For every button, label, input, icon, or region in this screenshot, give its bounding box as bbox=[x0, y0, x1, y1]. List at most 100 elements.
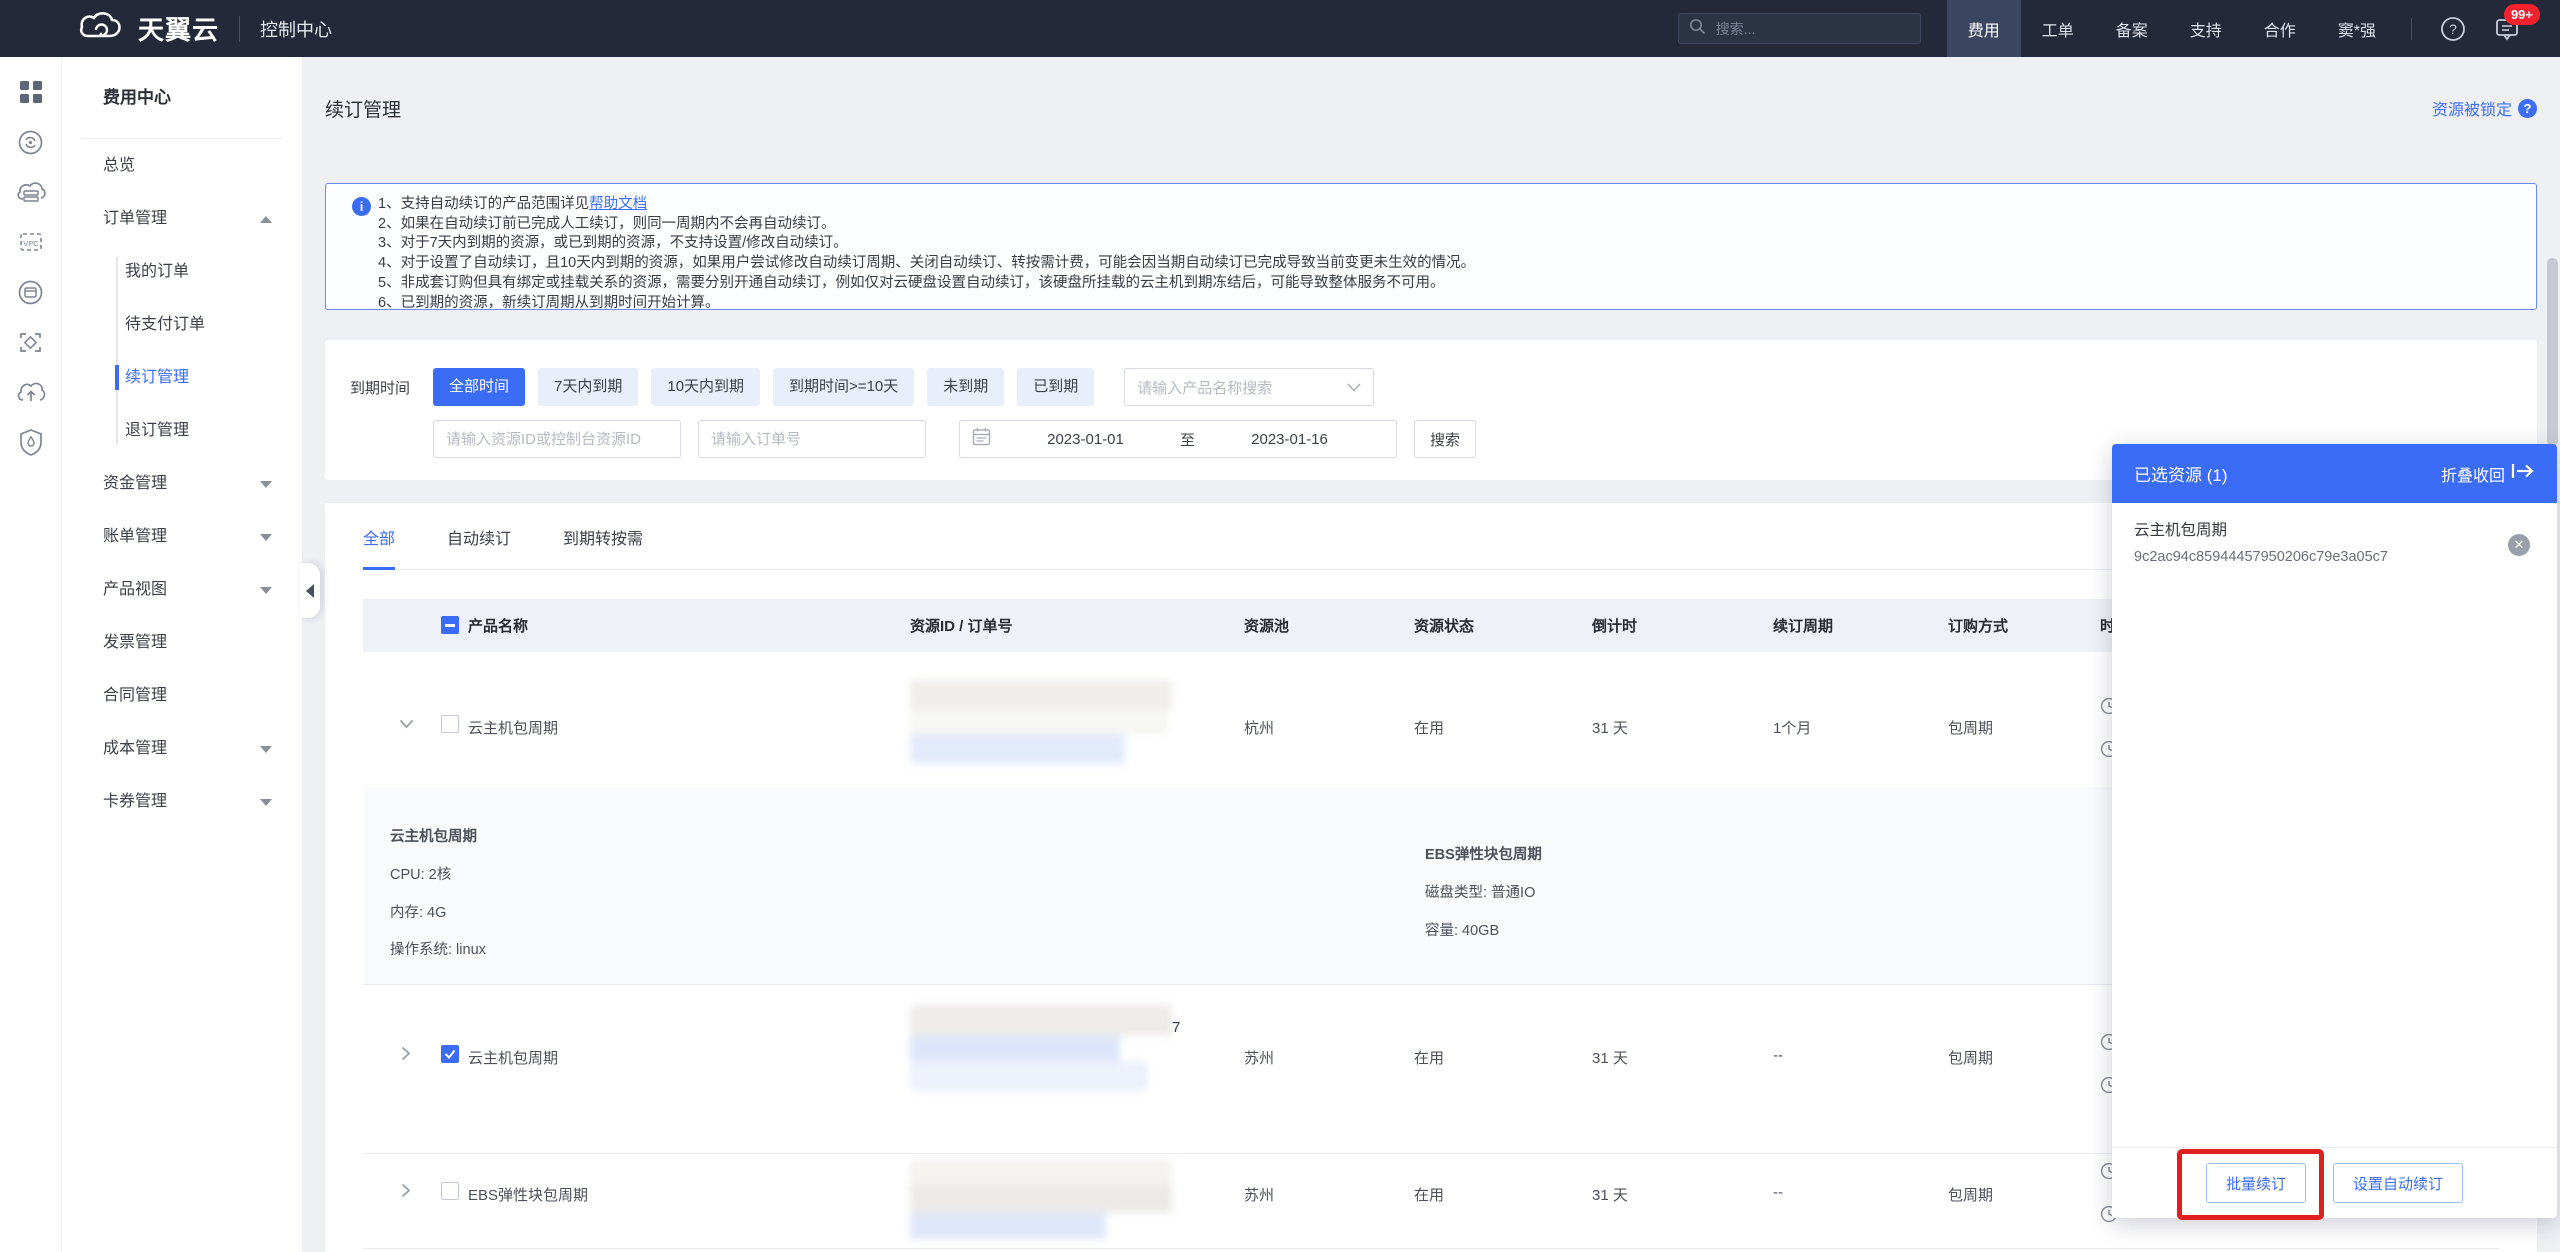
detail-memory: 内存: 4G bbox=[390, 901, 446, 922]
topbar-search[interactable] bbox=[1678, 13, 1921, 44]
date-range-picker[interactable]: 2023-01-01 至 2023-01-16 bbox=[959, 420, 1397, 458]
sidebar: 费用中心 总览 订单管理 我的订单 待支付订单 续订管理 退订管理 资金管理 账… bbox=[62, 57, 303, 1252]
sidebar-group-coupon-label: 卡券管理 bbox=[103, 793, 167, 810]
info-icon: i bbox=[352, 197, 371, 216]
sidebar-item-overview[interactable]: 总览 bbox=[62, 139, 302, 192]
row-checkbox[interactable] bbox=[441, 1045, 459, 1063]
search-button[interactable]: 搜索 bbox=[1414, 420, 1476, 458]
user-menu[interactable]: 窦*强 bbox=[2317, 0, 2397, 57]
detail-os: 操作系统: linux bbox=[390, 938, 486, 959]
cell-product-name: 云主机包周期 bbox=[468, 717, 558, 738]
nav-item-support[interactable]: 支持 bbox=[2169, 0, 2243, 57]
scan-icon[interactable] bbox=[0, 317, 61, 367]
tab-all[interactable]: 全部 bbox=[363, 525, 395, 569]
sidebar-group-cost[interactable]: 成本管理 bbox=[62, 722, 302, 775]
vpc-icon[interactable]: VPC bbox=[0, 217, 61, 267]
select-all-checkbox[interactable] bbox=[441, 616, 459, 634]
cell-product-name: 云主机包周期 bbox=[468, 1047, 558, 1068]
apps-grid-icon[interactable] bbox=[0, 67, 61, 117]
date-to-value[interactable]: 2023-01-16 bbox=[1195, 431, 1384, 448]
collapse-row-icon[interactable] bbox=[399, 716, 414, 734]
chip-expired[interactable]: 已到期 bbox=[1017, 368, 1094, 406]
security-shield-icon[interactable] bbox=[0, 417, 61, 467]
redacted-resource-id bbox=[910, 1005, 1172, 1091]
sidebar-group-bills[interactable]: 账单管理 bbox=[62, 510, 302, 563]
nav-item-partner[interactable]: 合作 bbox=[2243, 0, 2317, 57]
message-icon[interactable]: 99+ bbox=[2494, 16, 2520, 42]
brand-name: 天翼云 bbox=[138, 10, 219, 47]
cloud-upload-icon[interactable] bbox=[0, 367, 61, 417]
search-input[interactable] bbox=[1714, 20, 1898, 38]
cell-renew-cycle: 1个月 bbox=[1773, 717, 1811, 738]
console-window-icon[interactable] bbox=[0, 267, 61, 317]
panel-collapse-button[interactable]: 折叠收回 bbox=[2441, 462, 2535, 486]
page-title: 续订管理 bbox=[325, 95, 401, 122]
brand[interactable]: 天翼云 bbox=[0, 10, 219, 47]
cell-resource-status: 在用 bbox=[1414, 1047, 1444, 1068]
nav-item-billing[interactable]: 费用 bbox=[1947, 0, 2021, 57]
chip-10-days[interactable]: 10天内到期 bbox=[651, 368, 760, 406]
cell-order-type: 包周期 bbox=[1948, 1184, 1993, 1205]
panel-footer: 批量续订 设置自动续订 bbox=[2112, 1147, 2557, 1218]
detail-cpu: CPU: 2核 bbox=[390, 863, 451, 884]
sidebar-collapse-handle[interactable] bbox=[300, 563, 320, 618]
chip-all-time[interactable]: 全部时间 bbox=[433, 368, 525, 406]
balance-icon[interactable] bbox=[0, 117, 61, 167]
sidebar-group-funds-label: 资金管理 bbox=[103, 475, 167, 492]
cell-resource-pool: 苏州 bbox=[1244, 1047, 1274, 1068]
chevron-down-icon bbox=[260, 746, 272, 753]
help-doc-link[interactable]: 帮助文档 bbox=[589, 196, 647, 212]
resource-locked-link[interactable]: 资源被锁定 ? bbox=[2432, 96, 2537, 120]
selected-item-name: 云主机包周期 bbox=[2134, 518, 2227, 540]
col-product-name: 产品名称 bbox=[468, 615, 528, 636]
row-checkbox[interactable] bbox=[441, 715, 459, 733]
nav-item-ticket[interactable]: 工单 bbox=[2021, 0, 2095, 57]
detail-capacity: 容量: 40GB bbox=[1425, 919, 1499, 940]
panel-collapse-label: 折叠收回 bbox=[2441, 462, 2505, 486]
date-from-value[interactable]: 2023-01-01 bbox=[991, 431, 1180, 448]
scrollbar-thumb[interactable] bbox=[2547, 258, 2558, 446]
sidebar-group-products[interactable]: 产品视图 bbox=[62, 563, 302, 616]
sidebar-item-my-orders[interactable]: 我的订单 bbox=[62, 245, 302, 298]
sidebar-group-coupon[interactable]: 卡券管理 bbox=[62, 775, 302, 828]
set-auto-renew-button[interactable]: 设置自动续订 bbox=[2333, 1163, 2463, 1203]
calendar-icon bbox=[972, 427, 991, 451]
cell-renew-cycle: -- bbox=[1773, 1184, 1783, 1201]
chip-not-expired[interactable]: 未到期 bbox=[927, 368, 1004, 406]
icon-rail: VPC bbox=[0, 57, 62, 1252]
cell-resource-pool: 杭州 bbox=[1244, 717, 1274, 738]
product-name-select[interactable]: 请输入产品名称搜索 bbox=[1124, 368, 1374, 406]
brand-separator bbox=[239, 16, 240, 42]
sidebar-item-renew-mgmt[interactable]: 续订管理 bbox=[62, 351, 302, 404]
cloud-server-icon[interactable] bbox=[0, 167, 61, 217]
sidebar-group-orders[interactable]: 订单管理 bbox=[62, 192, 302, 245]
expand-row-icon[interactable] bbox=[401, 1046, 411, 1066]
chip-7-days[interactable]: 7天内到期 bbox=[538, 368, 638, 406]
notice-line-3: 3、对于7天内到期的资源，或已到期的资源，不支持设置/修改自动续订。 bbox=[378, 234, 2506, 254]
order-no-input[interactable] bbox=[698, 420, 926, 458]
chevron-down-icon bbox=[260, 481, 272, 488]
resource-id-input[interactable] bbox=[433, 420, 681, 458]
batch-renew-button[interactable]: 批量续订 bbox=[2206, 1163, 2306, 1203]
sidebar-group-funds[interactable]: 资金管理 bbox=[62, 457, 302, 510]
cell-renew-cycle: -- bbox=[1773, 1047, 1783, 1064]
expand-row-icon[interactable] bbox=[401, 1183, 411, 1203]
cell-countdown: 31 天 bbox=[1592, 717, 1628, 738]
help-icon[interactable]: ? bbox=[2440, 16, 2466, 42]
sidebar-item-unpaid-orders[interactable]: 待支付订单 bbox=[62, 298, 302, 351]
chip-gte-10-days[interactable]: 到期时间>=10天 bbox=[773, 368, 914, 406]
cell-product-name: EBS弹性块包周期 bbox=[468, 1184, 588, 1205]
sidebar-item-unsubscribe-mgmt[interactable]: 退订管理 bbox=[62, 404, 302, 457]
chevron-down-icon bbox=[260, 799, 272, 806]
remove-item-icon[interactable]: ✕ bbox=[2508, 534, 2530, 556]
sidebar-item-contract[interactable]: 合同管理 bbox=[62, 669, 302, 722]
redacted-resource-id bbox=[910, 680, 1172, 764]
tab-expire-to-ondemand[interactable]: 到期转按需 bbox=[563, 525, 643, 569]
panel-header: 已选资源 (1) 折叠收回 bbox=[2112, 444, 2557, 503]
row-checkbox[interactable] bbox=[441, 1182, 459, 1200]
nav-item-icp[interactable]: 备案 bbox=[2095, 0, 2169, 57]
tab-auto-renew[interactable]: 自动续订 bbox=[447, 525, 511, 569]
sidebar-orders-children: 我的订单 待支付订单 续订管理 退订管理 bbox=[62, 245, 302, 457]
sidebar-item-invoice[interactable]: 发票管理 bbox=[62, 616, 302, 669]
console-label[interactable]: 控制中心 bbox=[260, 16, 332, 42]
